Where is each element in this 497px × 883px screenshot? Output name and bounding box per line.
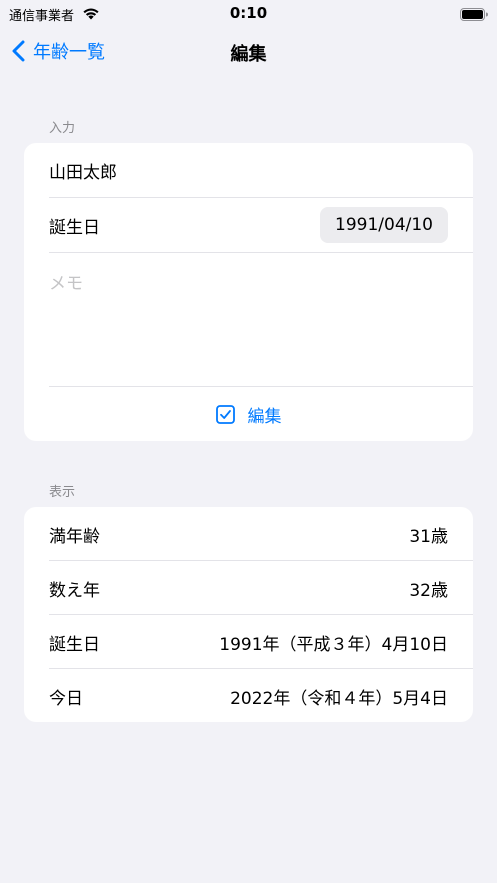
display-section-header: 表示 [49,485,76,500]
name-row[interactable] [24,143,473,197]
input-card: 誕生日 1991/04/10 編集 [24,143,473,441]
row-label: 満年齢 [49,526,100,547]
row-label: 数え年 [49,580,100,601]
status-time: 0:10 [229,4,268,22]
row-value: 1991年（平成３年）4月10日 [219,634,448,655]
birthday-date-picker[interactable]: 1991/04/10 [320,207,448,243]
row-label: 誕生日 [49,634,100,655]
display-card: 満年齢 31歳 数え年 32歳 誕生日 1991年（平成３年）4月10日 今日 … [24,507,473,722]
edit-button-label: 編集 [247,406,282,427]
battery-icon [460,6,488,25]
kazoe-age-row: 数え年 32歳 [24,561,473,615]
birthday-label: 誕生日 [49,217,100,238]
status-bar: 通信事業者 0:10 [0,0,497,26]
age-row: 満年齢 31歳 [24,507,473,561]
row-value: 2022年（令和４年）5月4日 [230,688,448,709]
edit-button[interactable]: 編集 [24,387,473,441]
divider [49,252,473,253]
page-title: 編集 [230,44,267,65]
input-section-header: 入力 [49,121,76,136]
row-value: 32歳 [409,580,448,601]
today-row: 今日 2022年（令和４年）5月4日 [24,669,473,722]
row-value: 31歳 [409,526,448,547]
checkbox-checked-icon [215,404,235,424]
birthday-display-row: 誕生日 1991年（平成３年）4月10日 [24,615,473,669]
row-label: 今日 [49,688,83,709]
navigation-bar: 年齢一覧 編集 [0,30,497,74]
birthday-row: 誕生日 1991/04/10 [24,198,473,252]
memo-textarea[interactable] [49,269,449,383]
name-input[interactable] [49,160,448,180]
